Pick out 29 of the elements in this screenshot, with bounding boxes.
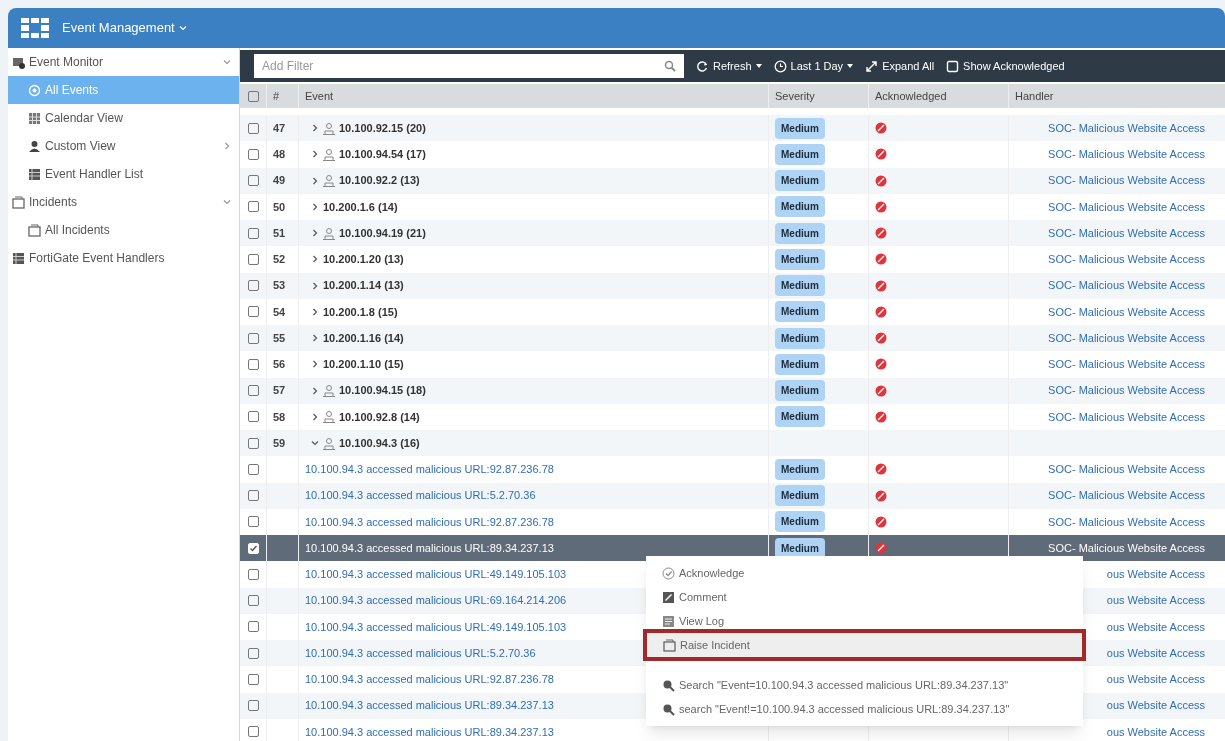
table-cell-text: 55	[273, 330, 286, 346]
table-cell-text: 49	[273, 173, 286, 189]
severity-badge: Medium	[775, 117, 825, 139]
table-cell-text: 57	[273, 383, 286, 399]
severity-badge: Medium	[775, 485, 825, 507]
severity-badge: Medium	[775, 458, 825, 480]
severity-badge: Medium	[775, 327, 825, 349]
table-cell-text: 56	[273, 357, 286, 373]
severity-badge: Medium	[775, 196, 825, 218]
table-cell-text: 58	[273, 409, 286, 425]
severity-badge: Medium	[775, 301, 825, 323]
table-cell-text: 50	[273, 199, 286, 215]
table-cell-text: 59	[273, 435, 286, 451]
table-cell-text: 54	[273, 304, 286, 320]
severity-badge: Medium	[775, 406, 825, 428]
table-cell-text: 52	[273, 252, 286, 268]
severity-badge: Medium	[775, 143, 825, 165]
severity-badge: Medium	[775, 222, 825, 244]
severity-badge: Medium	[775, 353, 825, 375]
severity-badge: Medium	[775, 275, 825, 297]
severity-badge: Medium	[775, 380, 825, 402]
severity-badge: Medium	[775, 511, 825, 533]
severity-badge: Medium	[775, 248, 825, 270]
table-cell-text: 53	[273, 278, 286, 294]
severity-badge: Medium	[775, 170, 825, 192]
severity-badge: Medium	[775, 537, 825, 559]
table-cell-text: 47	[273, 120, 286, 136]
table-cell-text: 51	[273, 225, 286, 241]
table-cell-text: 48	[273, 147, 286, 163]
